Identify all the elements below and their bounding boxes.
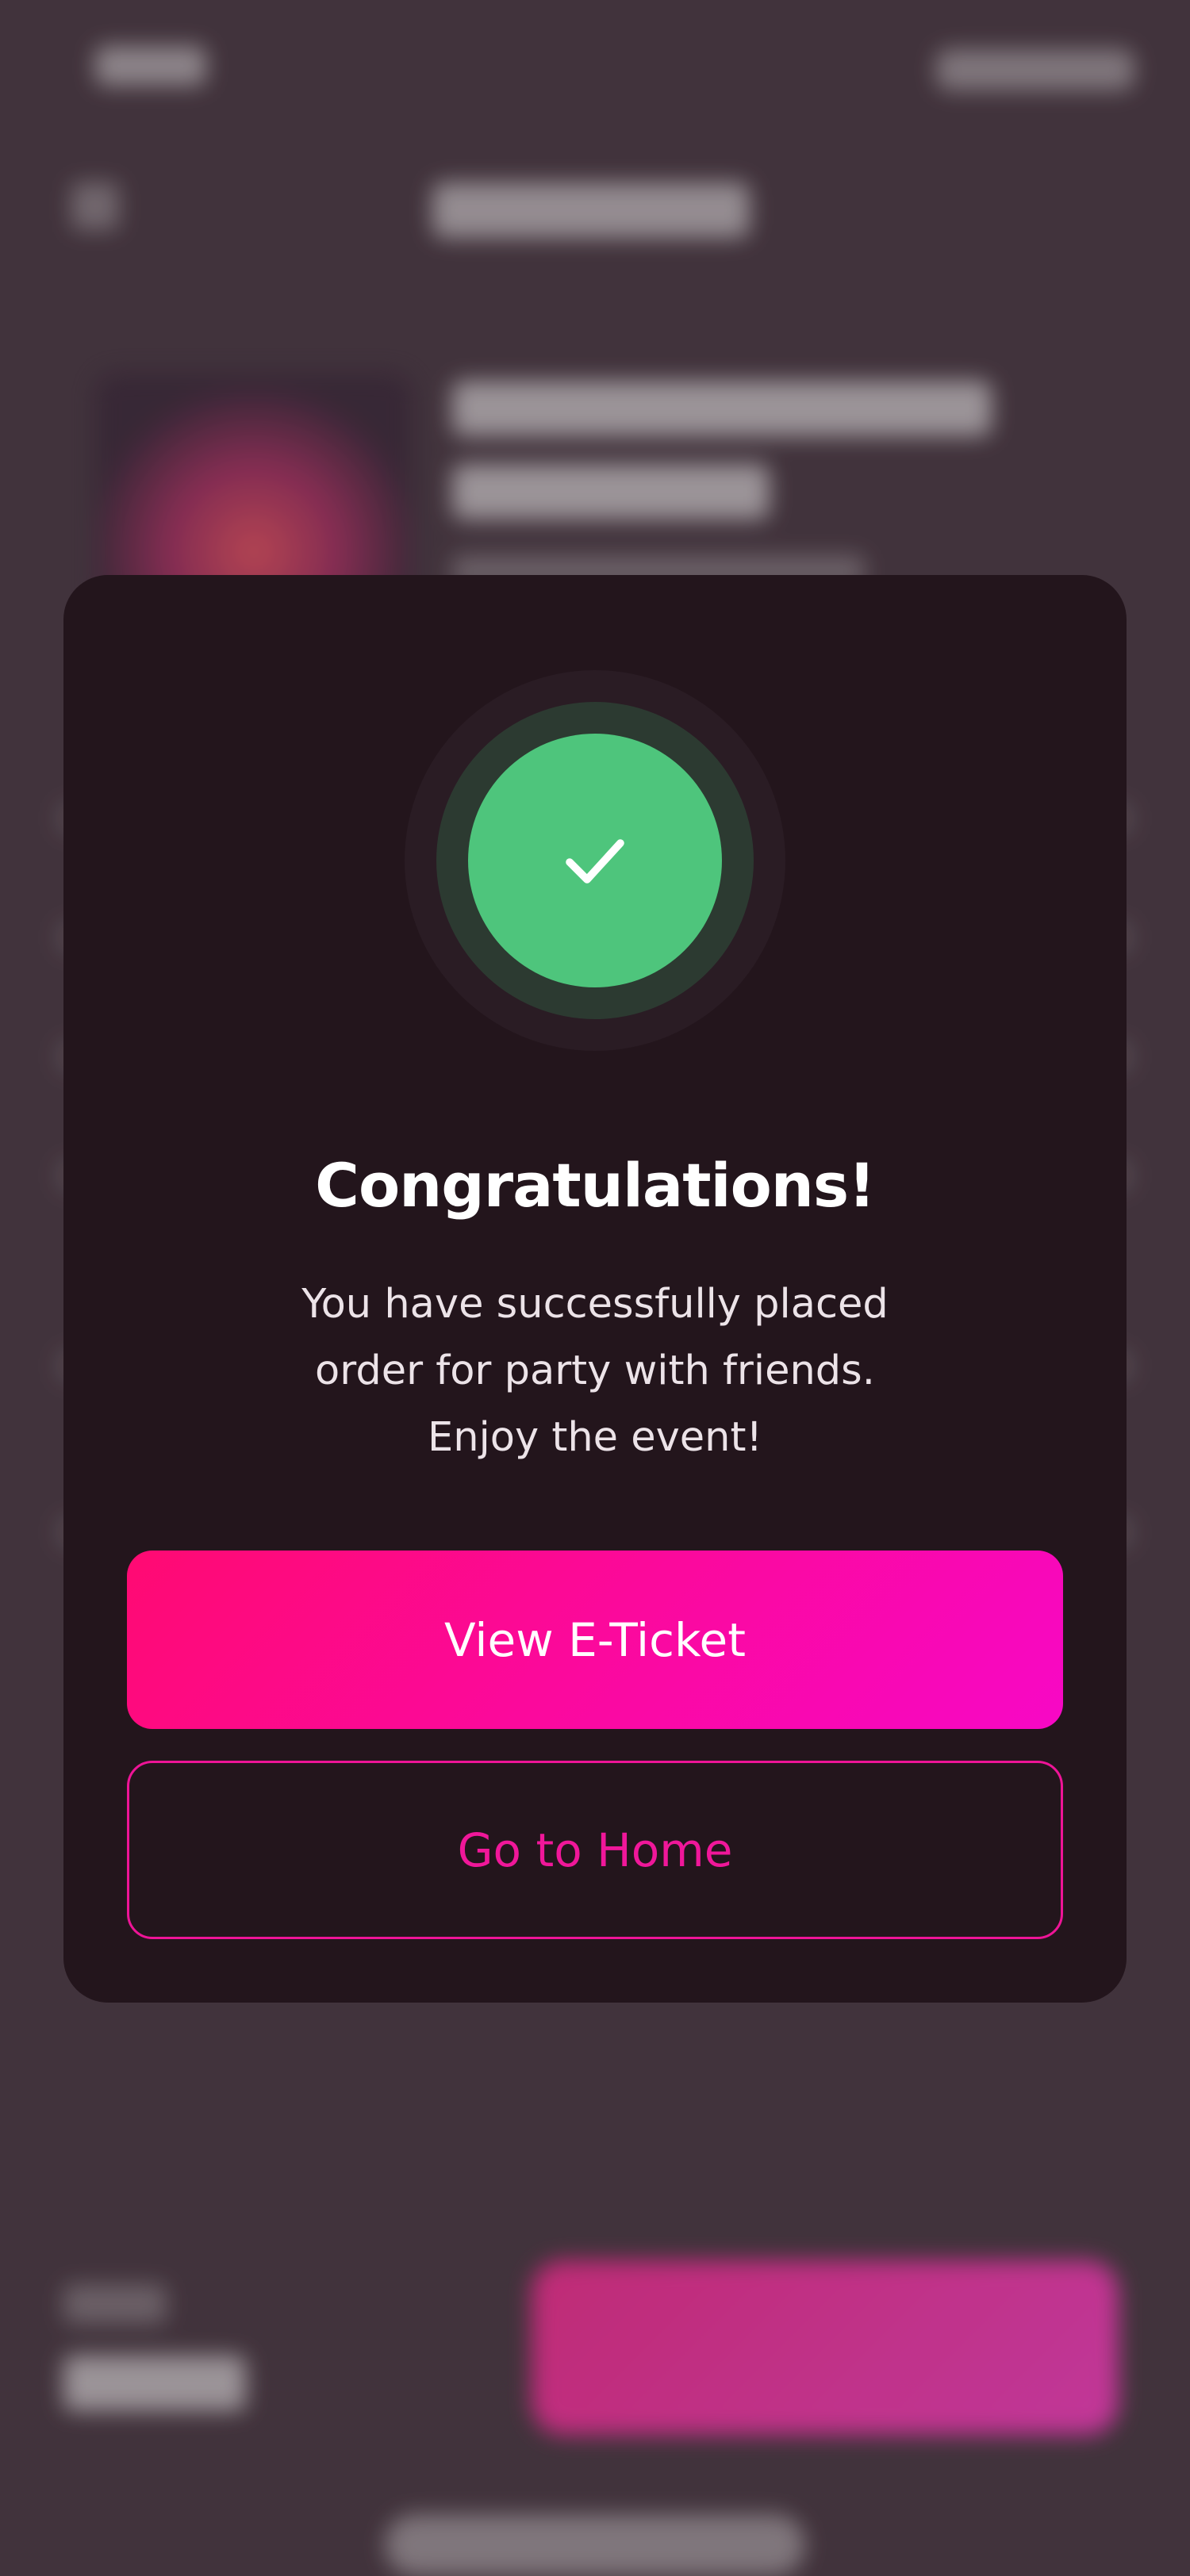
- dialog-title: Congratulations!: [315, 1150, 876, 1221]
- success-dialog: Congratulations! You have successfully p…: [63, 575, 1127, 2003]
- success-badge-ring: [436, 702, 754, 1019]
- success-badge: [405, 670, 785, 1051]
- dialog-message: You have successfully placed order for p…: [301, 1281, 889, 1461]
- success-badge-circle: [468, 734, 722, 987]
- go-to-home-button[interactable]: Go to Home: [127, 1761, 1063, 1939]
- order-details-screen: Congratulations! You have successfully p…: [0, 0, 1190, 2576]
- view-e-ticket-button[interactable]: View E-Ticket: [127, 1551, 1063, 1729]
- check-icon: [566, 839, 624, 884]
